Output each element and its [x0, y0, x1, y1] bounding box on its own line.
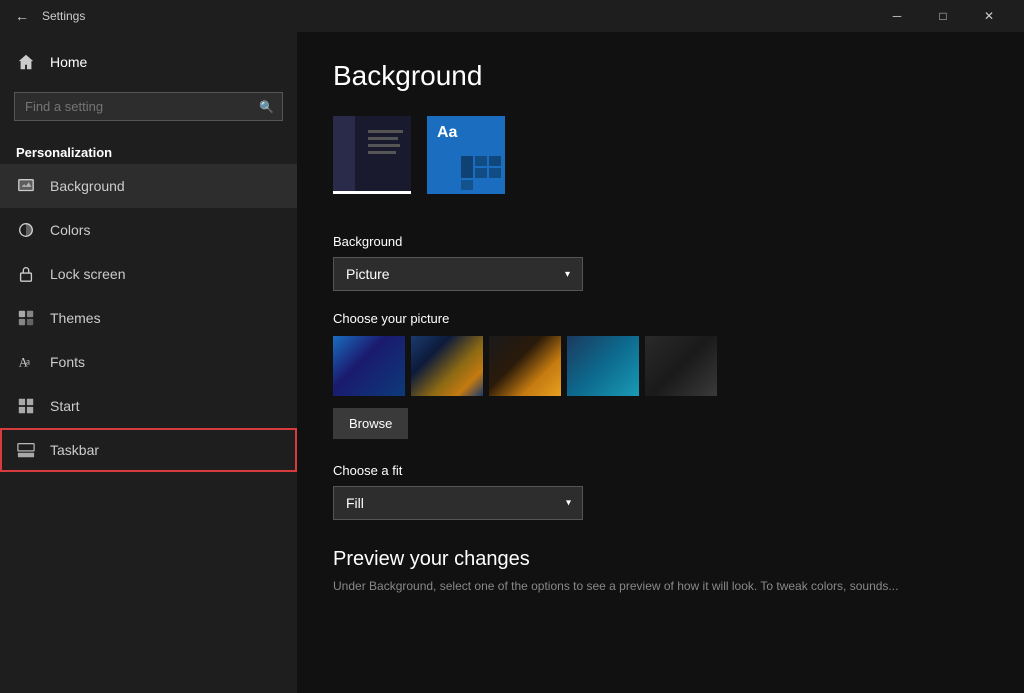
picture-thumb-1[interactable]	[333, 336, 405, 396]
taskbar-icon	[16, 440, 36, 460]
preview-thumbnails: Aa	[333, 116, 988, 206]
lockscreen-label: Lock screen	[50, 266, 125, 282]
sidebar-item-colors[interactable]: Colors	[0, 208, 297, 252]
dropdown-arrow-icon: ▾	[565, 269, 570, 280]
content-area: Background	[297, 32, 1024, 693]
start-label: Start	[50, 398, 80, 414]
background-select[interactable]: Picture Solid color Slideshow	[346, 266, 565, 282]
colors-label: Colors	[50, 222, 90, 238]
preview-changes-desc: Under Background, select one of the opti…	[333, 579, 988, 593]
background-label: Background	[50, 178, 125, 194]
sidebar-item-fonts[interactable]: A a Fonts	[0, 340, 297, 384]
minimize-button[interactable]: ─	[874, 0, 920, 32]
themes-label: Themes	[50, 310, 101, 326]
picture-thumb-4[interactable]	[567, 336, 639, 396]
fit-select[interactable]: Fill Fit Stretch Tile Center Span	[333, 486, 583, 520]
sidebar-item-background[interactable]: Background	[0, 164, 297, 208]
search-input[interactable]	[25, 99, 272, 114]
back-button[interactable]: ←	[12, 6, 32, 26]
themes-icon	[16, 308, 36, 328]
picture-thumb-2[interactable]	[411, 336, 483, 396]
colors-icon	[16, 220, 36, 240]
svg-text:a: a	[26, 357, 30, 367]
background-setting-label: Background	[333, 234, 988, 249]
background-dropdown[interactable]: Picture Solid color Slideshow ▾	[333, 257, 583, 291]
preview-changes-title: Preview your changes	[333, 548, 988, 571]
fonts-label: Fonts	[50, 354, 85, 370]
fit-dropdown[interactable]: Fill Fit Stretch Tile Center Span ▾	[333, 486, 583, 520]
picture-thumb-5[interactable]	[645, 336, 717, 396]
sidebar: Home 🔍 Personalization Background	[0, 32, 297, 693]
sidebar-item-taskbar[interactable]: Taskbar	[0, 428, 297, 472]
close-button[interactable]: ✕	[966, 0, 1012, 32]
preview-thumb-1[interactable]	[333, 116, 411, 206]
start-icon	[16, 396, 36, 416]
main-container: Home 🔍 Personalization Background	[0, 32, 1024, 693]
taskbar-label: Taskbar	[50, 442, 99, 458]
home-label: Home	[50, 54, 87, 70]
search-container: 🔍	[14, 92, 283, 121]
browse-button[interactable]: Browse	[333, 408, 408, 439]
maximize-button[interactable]: □	[920, 0, 966, 32]
sidebar-item-lockscreen[interactable]: Lock screen	[0, 252, 297, 296]
sidebar-item-home[interactable]: Home	[0, 40, 297, 84]
preview-thumb-2[interactable]: Aa	[427, 116, 505, 206]
thumb2-text: Aa	[437, 124, 457, 142]
fonts-icon: A a	[16, 352, 36, 372]
picture-grid	[333, 336, 988, 396]
lock-icon	[16, 264, 36, 284]
picture-thumb-3[interactable]	[489, 336, 561, 396]
section-label: Personalization	[0, 137, 297, 164]
choose-picture-label: Choose your picture	[333, 311, 988, 326]
search-icon: 🔍	[259, 100, 274, 114]
page-title: Background	[333, 60, 988, 92]
app-title: Settings	[42, 9, 874, 23]
sidebar-item-start[interactable]: Start	[0, 384, 297, 428]
choose-fit-label: Choose a fit	[333, 463, 988, 478]
sidebar-item-themes[interactable]: Themes	[0, 296, 297, 340]
background-icon	[16, 176, 36, 196]
search-box[interactable]: 🔍	[14, 92, 283, 121]
home-icon	[16, 52, 36, 72]
window-controls: ─ □ ✕	[874, 0, 1012, 32]
titlebar: ← Settings ─ □ ✕	[0, 0, 1024, 32]
